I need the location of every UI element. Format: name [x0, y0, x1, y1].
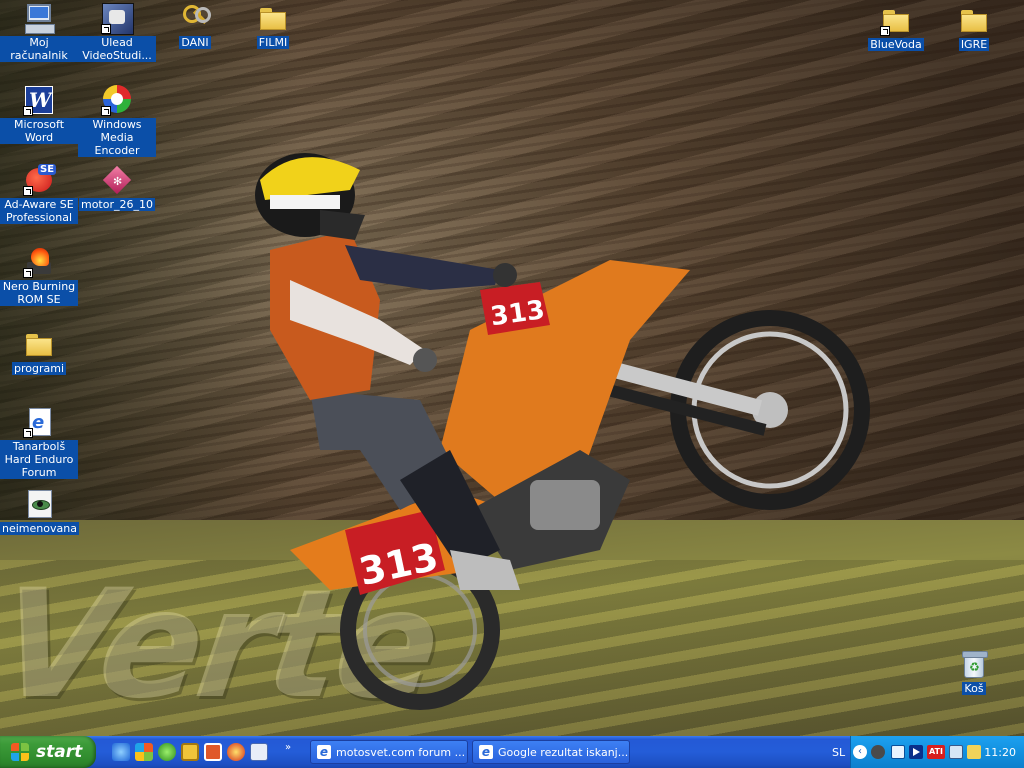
start-label: start: [36, 742, 83, 762]
desktop-icon-igre[interactable]: IGRE: [935, 4, 1013, 51]
shortcut-arrow-icon: [23, 186, 33, 196]
tray-app-icon[interactable]: [871, 745, 885, 759]
shortcut-arrow-icon: [23, 268, 33, 278]
folder-icon: [257, 2, 289, 34]
image-file-icon: ✻: [101, 164, 133, 196]
nero-icon: [23, 246, 55, 278]
ulead-videostudio-icon: [101, 2, 134, 35]
desktop-icon-ulead-videostudio[interactable]: Ulead VideoStudi...: [78, 2, 156, 62]
shortcut-arrow-icon: [23, 106, 33, 116]
ie-icon: e: [479, 745, 493, 759]
ie-shortcut-icon: e: [23, 406, 55, 438]
taskbar-button-motosvet[interactable]: e motosvet.com forum ...: [310, 740, 468, 764]
shortcut-arrow-icon: [880, 26, 890, 36]
desktop-icon-windows-media-encoder[interactable]: Windows Media Encoder: [78, 84, 156, 157]
shortcut-arrow-icon: [101, 106, 111, 116]
folder-shortcut-icon: [880, 4, 912, 36]
desktop-icon-bluevoda[interactable]: BlueVoda: [857, 4, 935, 51]
quicklaunch-app-icon[interactable]: [181, 743, 199, 761]
desktop-icon-filmi[interactable]: FILMI: [234, 2, 312, 49]
desktop-icon-my-computer[interactable]: Moj računalnik: [0, 2, 78, 62]
folder-icon: [958, 4, 990, 36]
word-icon: W: [23, 84, 55, 116]
start-button[interactable]: start: [0, 736, 96, 768]
language-indicator[interactable]: SL: [832, 746, 845, 759]
jpeg-file-icon: [23, 488, 55, 520]
tray-app2-icon[interactable]: [891, 745, 905, 759]
quicklaunch-media-player-icon[interactable]: [158, 743, 176, 761]
quick-launch-bar: [112, 743, 268, 761]
tray-volume-icon[interactable]: [967, 745, 981, 759]
shortcut-arrow-icon: [101, 24, 111, 34]
media-encoder-icon: [101, 84, 133, 116]
desktop-icon-dani[interactable]: DANI: [156, 2, 234, 49]
shortcut-arrow-icon: [23, 428, 33, 438]
desktop-icon-programi[interactable]: programi: [0, 328, 78, 375]
desktop-icon-neimenovana[interactable]: neimenovana: [0, 488, 79, 535]
tray-ati-icon[interactable]: ATI: [927, 745, 945, 759]
recycle-bin-icon: ♻: [958, 648, 990, 680]
desktop-icon-recycle-bin[interactable]: ♻ Koš: [935, 648, 1013, 695]
tray-media-play-icon[interactable]: [909, 745, 923, 759]
folder-icon: [23, 328, 55, 360]
quicklaunch-more-chevron-icon[interactable]: »: [285, 742, 291, 753]
quicklaunch-ie-icon[interactable]: [112, 743, 130, 761]
desktop-icon-microsoft-word[interactable]: W Microsoft Word: [0, 84, 78, 144]
system-tray: ‹ ATI 11:20: [850, 736, 1024, 768]
adaware-icon: SE: [23, 164, 57, 196]
quicklaunch-app4-icon[interactable]: [250, 743, 268, 761]
tray-expand-chevron-icon[interactable]: ‹: [853, 745, 867, 759]
quicklaunch-show-desktop-icon[interactable]: [135, 743, 153, 761]
my-computer-icon: [23, 2, 55, 34]
desktop-icon-motor-26-10[interactable]: ✻ motor_26_10: [78, 164, 156, 211]
desktop-icon-nero[interactable]: Nero Burning ROM SE: [0, 246, 78, 306]
taskbar: start » e motosvet.com forum ... e Googl…: [0, 736, 1024, 768]
keys-icon: [179, 2, 211, 34]
quicklaunch-app3-icon[interactable]: [227, 743, 245, 761]
windows-flag-icon: [10, 742, 30, 762]
desktop-icon-adaware[interactable]: SE Ad-Aware SE Professional: [0, 164, 78, 224]
taskbar-button-google[interactable]: e Google rezultat iskanj...: [472, 740, 630, 764]
motorcycle-rider-image: 313 313: [255, 153, 870, 710]
quicklaunch-app2-icon[interactable]: [204, 743, 222, 761]
desktop-icon-tanarbols-forum[interactable]: e Tanarbolš Hard Enduro Forum: [0, 406, 78, 479]
ie-icon: e: [317, 745, 331, 759]
tray-network-icon[interactable]: [949, 745, 963, 759]
clock[interactable]: 11:20: [984, 746, 1016, 759]
